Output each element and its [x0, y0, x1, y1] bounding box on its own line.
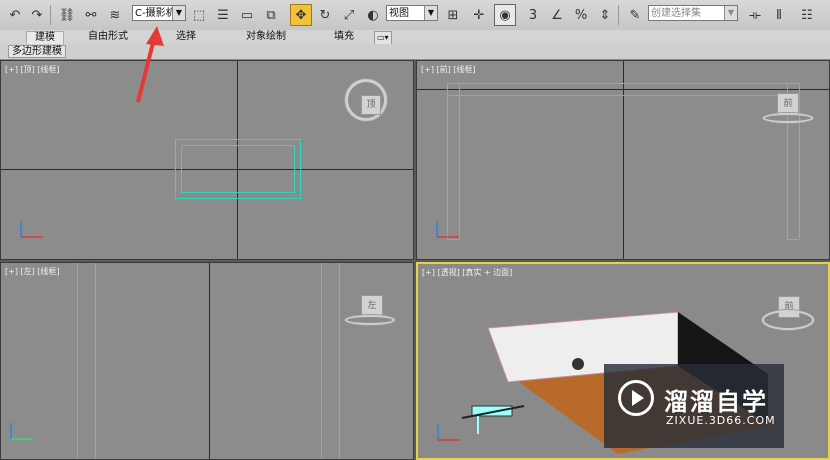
toolbar-separator — [618, 5, 619, 25]
link-icon[interactable]: ⛓ — [56, 4, 78, 26]
wire-edge — [447, 83, 799, 84]
main-toolbar: ↶ ↷ ⛓ ⚯ ≋ C-摄影机 ▼ ⬚ ☰ ▭ ⧉ ✥ ↻ ⤢ ◐ 视图 ▼ ⊞… — [0, 0, 830, 31]
bind-space-warp-icon[interactable]: ≋ — [104, 4, 126, 26]
axis-tripod-icon — [437, 424, 460, 441]
ref-coord-icon[interactable]: ◐ — [362, 4, 384, 26]
rotate-icon[interactable]: ↻ — [314, 4, 336, 26]
tab-freeform[interactable]: 自由形式 — [88, 31, 128, 43]
percent-label: % — [574, 7, 588, 23]
scale-icon[interactable]: ⤢ — [338, 4, 360, 26]
viewport-label[interactable]: [+] [透视] [真实 + 边面] — [422, 267, 512, 278]
spinner-snap-icon[interactable]: ⇕ — [594, 4, 616, 26]
viewport-label[interactable]: [+] [顶] [线框] — [5, 64, 60, 75]
wire-edge — [447, 95, 799, 96]
wire-edge — [95, 263, 96, 459]
grid-axis-line — [623, 61, 624, 259]
snap-icon[interactable]: 3 — [522, 4, 544, 26]
camera-object — [461, 405, 525, 434]
axis-tripod-icon — [20, 221, 43, 238]
layer-icon[interactable]: ☷ — [796, 4, 818, 26]
ribbon-panel-bar: 多边形建模 — [0, 44, 830, 60]
keyboard-shortcut-override-icon[interactable]: ◉ — [494, 4, 516, 26]
tab-modeling[interactable]: 建模 — [26, 31, 64, 44]
named-selection-set-dropdown[interactable]: 创建选择集 ▼ — [648, 5, 738, 21]
chevron-down-icon: ▼ — [172, 6, 185, 20]
grid-axis-line — [209, 263, 210, 459]
tab-populate[interactable]: 填充 — [334, 31, 354, 43]
pivot-icon[interactable]: ⊞ — [442, 4, 464, 26]
grid-axis-line — [417, 89, 829, 90]
axis-tripod-icon — [10, 423, 33, 440]
unlink-icon[interactable]: ⚯ — [80, 4, 102, 26]
named-selection-set-placeholder: 创建选择集 — [651, 8, 701, 19]
window-crossing-icon[interactable]: ⧉ — [260, 4, 282, 26]
viewcube-ring[interactable] — [762, 310, 814, 330]
select-object-icon[interactable]: ⬚ — [188, 4, 210, 26]
axis-tripod-icon — [436, 221, 459, 238]
selection-filter-dropdown[interactable]: C-摄影机 ▼ — [132, 5, 186, 21]
snap-label: 3 — [528, 7, 538, 23]
subtab-polygon-modeling[interactable]: 多边形建模 — [8, 45, 66, 58]
viewcube[interactable]: 前 — [777, 93, 799, 115]
viewcube[interactable]: 左 — [361, 295, 383, 317]
wire-edge — [339, 263, 340, 459]
wire-edge — [77, 263, 78, 459]
undo-icon[interactable]: ↶ — [4, 4, 26, 26]
viewport-left[interactable]: [+] [左] [线框] 左 — [0, 262, 414, 460]
watermark-title: 溜溜自学 — [664, 388, 768, 416]
ribbon-options-button[interactable]: ▭▾ — [374, 31, 392, 45]
rect-region-icon[interactable]: ▭ — [236, 4, 258, 26]
viewport-front[interactable]: [+] [前] [线框] 前 — [416, 60, 830, 260]
viewcube-ring[interactable] — [345, 315, 395, 325]
watermark: 溜溜自学 ZIXUE.3D66.COM — [604, 364, 784, 448]
viewport-label[interactable]: [+] [左] [线框] — [5, 266, 60, 277]
chevron-down-icon: ▼ — [424, 6, 437, 20]
align-icon[interactable]: ⫴ — [768, 4, 790, 26]
wireframe-object — [181, 145, 295, 193]
mirror-icon[interactable]: ⟛ — [744, 4, 766, 26]
selection-filter-value: C-摄影机 — [135, 8, 176, 19]
chevron-down-icon: ▼ — [724, 6, 737, 20]
move-icon[interactable]: ✥ — [290, 4, 312, 26]
edit-named-sets-icon[interactable]: ✎ — [624, 4, 646, 26]
viewcube[interactable]: 顶 — [361, 95, 381, 115]
wire-edge — [799, 83, 800, 239]
toolbar-separator — [50, 5, 51, 25]
wire-edge — [787, 239, 799, 240]
manipulate-icon[interactable]: ✛ — [468, 4, 490, 26]
play-logo-icon — [618, 380, 654, 416]
select-by-name-icon[interactable]: ☰ — [212, 4, 234, 26]
watermark-url: ZIXUE.3D66.COM — [666, 414, 776, 427]
tab-object-paint[interactable]: 对象绘制 — [246, 31, 286, 43]
percent-snap-icon[interactable]: % — [570, 4, 592, 26]
reference-coordinate-value: 视图 — [389, 8, 409, 19]
reference-coordinate-dropdown[interactable]: 视图 ▼ — [386, 5, 438, 21]
redo-icon[interactable]: ↷ — [26, 4, 48, 26]
tab-selection[interactable]: 选择 — [176, 31, 196, 43]
viewport-label[interactable]: [+] [前] [线框] — [421, 64, 476, 75]
angle-snap-icon[interactable]: ∠ — [546, 4, 568, 26]
wire-edge — [321, 263, 322, 459]
chair-object — [572, 358, 584, 370]
ribbon-tabs: 建模 自由形式 选择 对象绘制 填充 ▭▾ — [0, 30, 830, 45]
viewcube-ring[interactable] — [763, 113, 813, 123]
viewport-top[interactable]: [+] [顶] [线框] 顶 — [0, 60, 414, 260]
